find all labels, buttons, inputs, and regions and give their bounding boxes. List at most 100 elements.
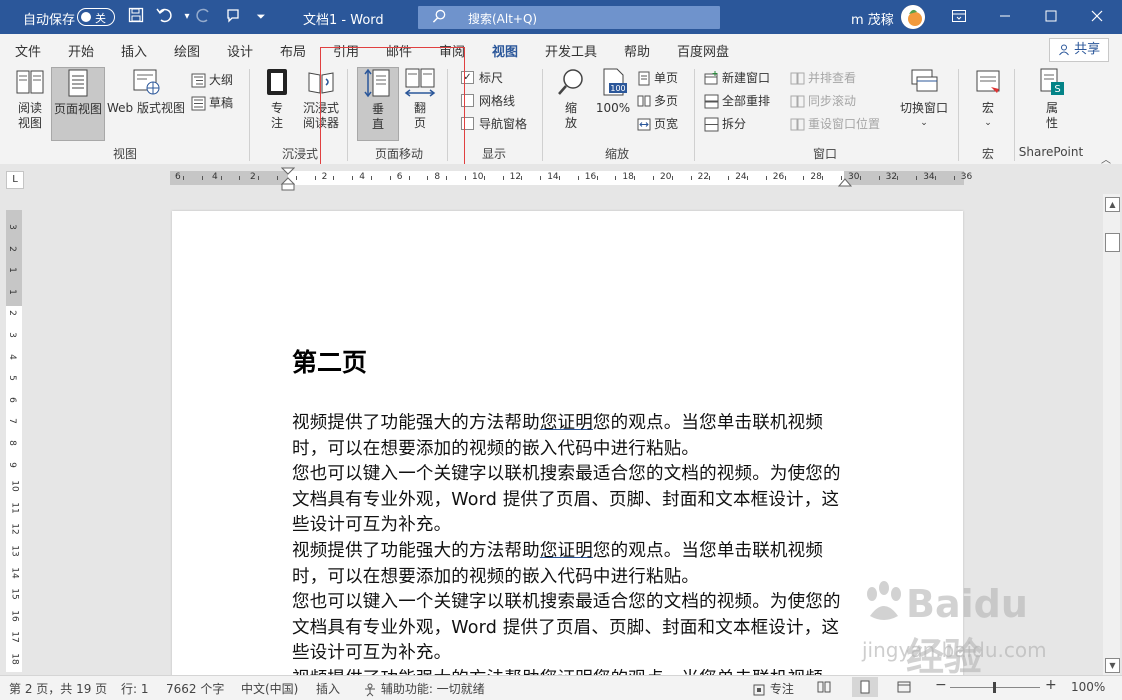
scroll-up-icon[interactable]: ▲ [1105,197,1120,212]
horizontal-ruler[interactable]: 6 4 2 2 4 6 8 10 12 14 16 18 20 22 24 26 28 30 32 34 36 [170,167,972,191]
one-page-button[interactable]: 单页 [637,68,678,88]
scroll-thumb[interactable] [1105,233,1120,252]
search-box[interactable]: 搜索(Alt+Q) [418,6,720,29]
read-mode-button[interactable]: 阅读 视图 [8,67,52,131]
zoom-slider-thumb[interactable] [993,682,996,693]
share-button[interactable]: 共享 [1049,38,1109,62]
touch-mode-icon[interactable] [222,7,244,27]
document-paragraph: 您也可以键入一个关键字以联机搜索最适合您的文档的视频。为使您的文档具有专业外观，… [292,464,841,535]
focus-button[interactable]: 专 注 [258,67,296,131]
ruler-label: 10 [472,172,484,182]
tab-file[interactable]: 文件 [15,41,41,60]
nav-pane-checkbox[interactable]: 导航窗格 [461,114,527,134]
ruler-tick [201,176,203,180]
side-by-side-button[interactable]: 并排查看 [790,68,856,88]
page-width-button[interactable]: 页宽 [637,114,678,134]
ruler-checkbox[interactable]: ✓ 标尺 [461,68,503,88]
close-button[interactable] [1074,0,1120,34]
ruler-label: 4 [212,172,218,182]
vertical-ruler-label: 3 [6,224,17,230]
page-count[interactable]: 第 2 页，共 19 页 [9,680,107,697]
vertical-scrollbar[interactable]: ▲ ▼ [1103,194,1120,675]
sync-scroll-label: 同步滚动 [808,94,857,108]
print-layout-button[interactable]: 页面视图 [51,67,105,141]
customize-qat-icon[interactable]: ⏷ [250,7,272,27]
tab-view[interactable]: 视图 [492,41,519,66]
tab-insert[interactable]: 插入 [121,41,147,60]
views-group-label: 视图 [112,147,137,161]
macros-button[interactable]: 宏 ⌄ [968,67,1008,131]
ruler-label: 18 [622,172,634,182]
zoom-in-icon[interactable]: + [1045,677,1057,693]
zoom-out-icon[interactable]: − [935,677,947,693]
switch-windows-button[interactable]: 切换窗口 ⌄ [898,67,950,131]
web-layout-button[interactable]: Web 版式视图 [104,67,188,116]
split-button[interactable]: 拆分 [704,114,746,134]
tab-layout[interactable]: 布局 [280,41,306,60]
split-label: 拆分 [722,117,747,131]
zoom-button[interactable]: 缩 放 [552,67,590,131]
draft-button[interactable]: 草稿 [191,93,233,113]
redo-icon[interactable] [193,7,215,27]
scroll-down-icon[interactable]: ▼ [1105,658,1120,673]
sync-scroll-button[interactable]: 同步滚动 [790,91,856,111]
autosave-toggle[interactable]: 关 [77,8,115,26]
user-name[interactable]: m 茂稼 [851,9,894,28]
focus-icon [267,69,287,95]
vertical-button[interactable]: 垂 直 [357,67,399,141]
tab-help[interactable]: 帮助 [624,41,650,60]
ruler-tick [897,176,899,180]
gridlines-checkbox[interactable]: 网格线 [461,91,515,111]
undo-icon[interactable] [154,7,176,27]
focus-mode-button[interactable]: 专注 [752,680,794,697]
minimize-button[interactable] [982,0,1028,34]
ribbon-display-options-icon[interactable] [936,0,982,34]
zoom-100-button[interactable]: 100 100% [593,67,633,116]
immersive-reader-button[interactable]: 沉浸式 阅读器 [298,67,344,131]
ruler-tick [183,176,184,180]
web-layout-view-icon[interactable] [897,680,911,697]
ruler-tick [653,176,654,180]
web-layout-icon [133,69,160,95]
vertical-ruler[interactable]: 3 2 1 1 2 3 4 5 6 7 8 9 10 11 12 13 14 15 16 17 18 [6,210,22,672]
vertical-ruler-label: 6 [6,396,17,403]
read-mode-view-icon[interactable] [817,680,831,697]
document-page[interactable]: 第二页 视频提供了功能强大的方法帮助您证明您的观点。当您单击联机视频时，可以在想… [172,211,963,689]
vertical-label-2: 直 [371,117,384,131]
tab-baidu-netdisk[interactable]: 百度网盘 [677,41,729,60]
tab-references[interactable]: 引用 [333,41,359,60]
new-window-button[interactable]: 新建窗口 [704,68,770,88]
outline-icon [191,73,206,88]
maximize-button[interactable] [1028,0,1074,34]
tab-draw[interactable]: 绘图 [174,41,200,60]
arrange-all-button[interactable]: 全部重排 [704,91,770,111]
group-separator [249,69,250,161]
tab-home[interactable]: 开始 [68,41,94,60]
save-icon[interactable] [125,7,147,27]
accessibility-status[interactable]: 辅助功能: 一切就绪 [363,680,485,697]
language[interactable]: 中文(中国) [241,680,298,697]
tab-developer[interactable]: 开发工具 [545,41,597,60]
zoom-level[interactable]: 100% [1071,680,1105,694]
outline-button[interactable]: 大纲 [191,70,233,90]
tab-design[interactable]: 设计 [227,41,253,60]
tab-mailings[interactable]: 邮件 [386,41,412,60]
ruler-label: 30 [848,172,860,182]
tab-review[interactable]: 审阅 [439,41,465,60]
word-count[interactable]: 7662 个字 [166,680,224,697]
reset-position-button[interactable]: 重设窗口位置 [790,114,880,134]
multiple-pages-button[interactable]: 多页 [637,91,678,111]
tab-selector[interactable]: L [6,171,24,189]
search-placeholder: 搜索(Alt+Q) [468,12,538,26]
side-by-side-icon [790,72,805,85]
avatar[interactable] [901,5,925,29]
macros-group-label: 宏 [981,147,994,161]
vertical-ruler-label: 10 [9,480,20,492]
print-layout-view-icon[interactable] [852,677,878,697]
side-to-side-button[interactable]: 翻 页 [401,67,439,131]
indent-marker-icon[interactable] [281,167,295,191]
properties-button[interactable]: S 属 性 [1032,67,1072,131]
web-layout-label: Web 版式视图 [107,101,185,115]
insert-mode[interactable]: 插入 [316,680,340,697]
ruler-label: 2 [321,172,328,182]
